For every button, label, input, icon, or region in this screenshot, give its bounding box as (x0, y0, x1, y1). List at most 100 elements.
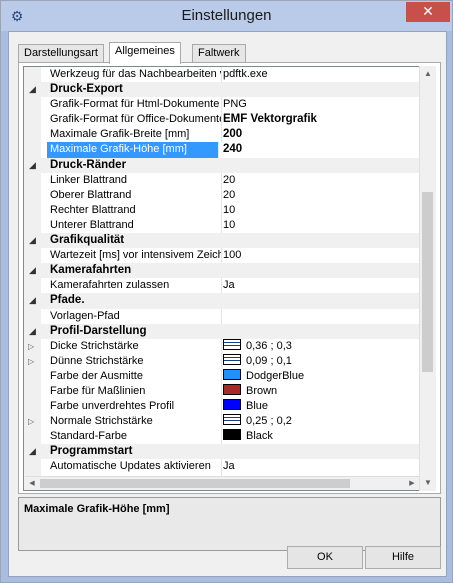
property-row[interactable]: Rechter Blattrand 10 (24, 202, 419, 218)
property-value[interactable]: 100 (223, 248, 241, 263)
property-value[interactable]: 10 (223, 203, 235, 218)
horizontal-scrollbar[interactable]: ◀ ▶ (25, 476, 419, 490)
property-row[interactable]: Maximale Grafik-Breite [mm] 200 (24, 127, 419, 143)
property-value[interactable]: 240 (223, 142, 242, 157)
tab-darstellungsart[interactable]: Darstellungsart (18, 44, 104, 63)
property-row[interactable]: Standard-Farbe Black (24, 429, 419, 445)
expand-icon[interactable]: ▷ (28, 354, 34, 369)
property-value[interactable]: DodgerBlue (223, 368, 304, 384)
color-swatch (223, 429, 241, 441)
property-row[interactable]: Vorlagen-Pfad (24, 308, 419, 324)
horizontal-scroll-thumb[interactable] (40, 479, 350, 488)
property-name: Oberer Blattrand (50, 187, 222, 203)
property-value[interactable]: Blue (223, 399, 268, 414)
property-value[interactable]: PNG (223, 97, 247, 112)
window-title: Einstellungen (181, 7, 272, 24)
row-gutter (24, 459, 41, 475)
property-name: Dünne Strichstärke (50, 353, 222, 369)
property-value[interactable]: Brown (223, 383, 278, 399)
property-row[interactable]: ▷ Normale Strichstärke 0,25 ; 0,2 (24, 414, 419, 430)
collapse-icon[interactable]: ◢ (29, 82, 36, 97)
property-value-text: 10 (223, 218, 236, 231)
collapse-icon[interactable]: ◢ (29, 444, 36, 459)
property-row[interactable]: Maximale Grafik-Höhe [mm] 240 (24, 142, 419, 158)
ok-button[interactable]: OK (287, 546, 363, 569)
property-name: Automatische Updates aktivieren (50, 459, 222, 475)
expand-icon[interactable]: ▷ (28, 339, 34, 354)
row-gutter (24, 142, 41, 158)
property-value[interactable]: Black (223, 429, 273, 444)
description-panel: Maximale Grafik-Höhe [mm] (18, 497, 441, 551)
collapse-icon[interactable]: ◢ (29, 293, 36, 308)
property-category[interactable]: ◢ Kamerafahrten (24, 263, 419, 279)
property-value[interactable]: 10 (223, 218, 235, 233)
property-name: Rechter Blattrand (50, 202, 222, 218)
vertical-scrollbar[interactable]: ▲ ▼ (419, 66, 436, 491)
collapse-icon[interactable]: ◢ (29, 158, 36, 173)
property-row[interactable]: Automatische Updates aktivieren Ja (24, 459, 419, 475)
property-value-text: pdftk.exe (223, 68, 268, 80)
property-value[interactable]: EMF Vektorgrafik (223, 112, 317, 127)
row-gutter (24, 67, 41, 83)
property-category[interactable]: ◢ Druck-Ränder (24, 157, 419, 173)
property-value[interactable]: 200 (223, 127, 242, 142)
property-value-text: 0,25 ; 0,2 (246, 415, 292, 428)
property-value[interactable]: Ja (223, 278, 235, 293)
property-row[interactable]: Grafik-Format für Office-Dokumente EMF Ve… (24, 112, 419, 128)
property-category[interactable]: ◢ Druck-Export (24, 82, 419, 98)
property-row[interactable]: Unterer Blattrand 10 (24, 217, 419, 234)
property-row[interactable]: ▷ Dünne Strichstärke 0,09 ; 0,1 (24, 353, 419, 369)
collapse-icon[interactable]: ◢ (29, 324, 36, 339)
property-row[interactable]: Wartezeit [ms] vor intensivem Zeichnen10… (24, 248, 419, 264)
property-row[interactable]: Farbe unverdrehtes Profil Blue (24, 399, 419, 415)
property-name: Werkzeug für das Nachbearbeiten von (50, 67, 222, 83)
property-row[interactable]: Kamerafahrten zulassen Ja (24, 278, 419, 294)
property-grid[interactable]: Werkzeug für das Nachbearbeiten von pdftk… (23, 66, 420, 491)
row-gutter (24, 187, 41, 203)
property-name: Dicke Strichstärke (50, 338, 222, 354)
scroll-left-icon[interactable]: ◀ (25, 477, 39, 490)
dialog-client-area: Darstellungsart Allgemeines Faltwerk Wer… (8, 31, 447, 577)
close-button[interactable]: ✕ (406, 2, 450, 22)
title-bar[interactable]: ⚙ Einstellungen ✕ (1, 1, 452, 31)
expand-icon[interactable]: ▷ (28, 414, 34, 429)
category-label: Druck-Export (50, 83, 123, 96)
row-gutter (24, 399, 41, 415)
property-value[interactable]: 20 (223, 173, 235, 188)
scroll-down-icon[interactable]: ▼ (420, 475, 436, 491)
property-row[interactable]: Farbe für Maßlinien Brown (24, 383, 419, 400)
property-row[interactable]: Oberer Blattrand 20 (24, 187, 419, 203)
property-row[interactable]: Grafik-Format für Html-Dokumente PNG (24, 97, 419, 113)
property-category[interactable]: ◢ Grafikqualität (24, 233, 419, 249)
property-name: Kamerafahrten zulassen (50, 278, 222, 294)
property-value[interactable]: 0,09 ; 0,1 (223, 353, 292, 369)
property-name: Wartezeit [ms] vor intensivem Zeichnen (50, 248, 222, 264)
property-row[interactable]: Farbe der Ausmitte DodgerBlue (24, 368, 419, 384)
property-category[interactable]: ◢ Programmstart (24, 444, 419, 460)
row-gutter (24, 368, 41, 384)
property-row[interactable]: Linker Blattrand 20 (24, 172, 419, 188)
property-row[interactable]: ▷ Dicke Strichstärke 0,36 ; 0,3 (24, 338, 419, 354)
property-value[interactable]: Ja (223, 459, 235, 474)
property-value-text: Brown (246, 384, 278, 397)
property-value[interactable]: pdftk.exe (223, 67, 268, 82)
help-button[interactable]: Hilfe (365, 546, 441, 569)
scroll-up-icon[interactable]: ▲ (420, 66, 436, 82)
property-row[interactable]: Werkzeug für das Nachbearbeiten von pdftk… (24, 67, 419, 83)
vertical-scroll-thumb[interactable] (422, 192, 433, 372)
property-value[interactable]: 20 (223, 188, 235, 203)
color-swatch (223, 368, 241, 380)
tab-allgemeines[interactable]: Allgemeines (109, 42, 181, 64)
property-value-text: 0,09 ; 0,1 (246, 354, 292, 367)
line-width-icon (223, 353, 241, 365)
tab-faltwerk[interactable]: Faltwerk (192, 44, 246, 63)
property-value[interactable]: 0,36 ; 0,3 (223, 338, 292, 354)
property-category[interactable]: ◢ Profil-Darstellung (24, 323, 419, 339)
close-icon: ✕ (422, 3, 434, 19)
collapse-icon[interactable]: ◢ (29, 263, 36, 278)
property-category[interactable]: ◢ Pfade. (24, 293, 419, 309)
property-name: Grafik-Format für Office-Dokumente (50, 112, 222, 128)
scroll-right-icon[interactable]: ▶ (405, 477, 419, 490)
property-value[interactable]: 0,25 ; 0,2 (223, 414, 292, 429)
collapse-icon[interactable]: ◢ (29, 233, 36, 248)
